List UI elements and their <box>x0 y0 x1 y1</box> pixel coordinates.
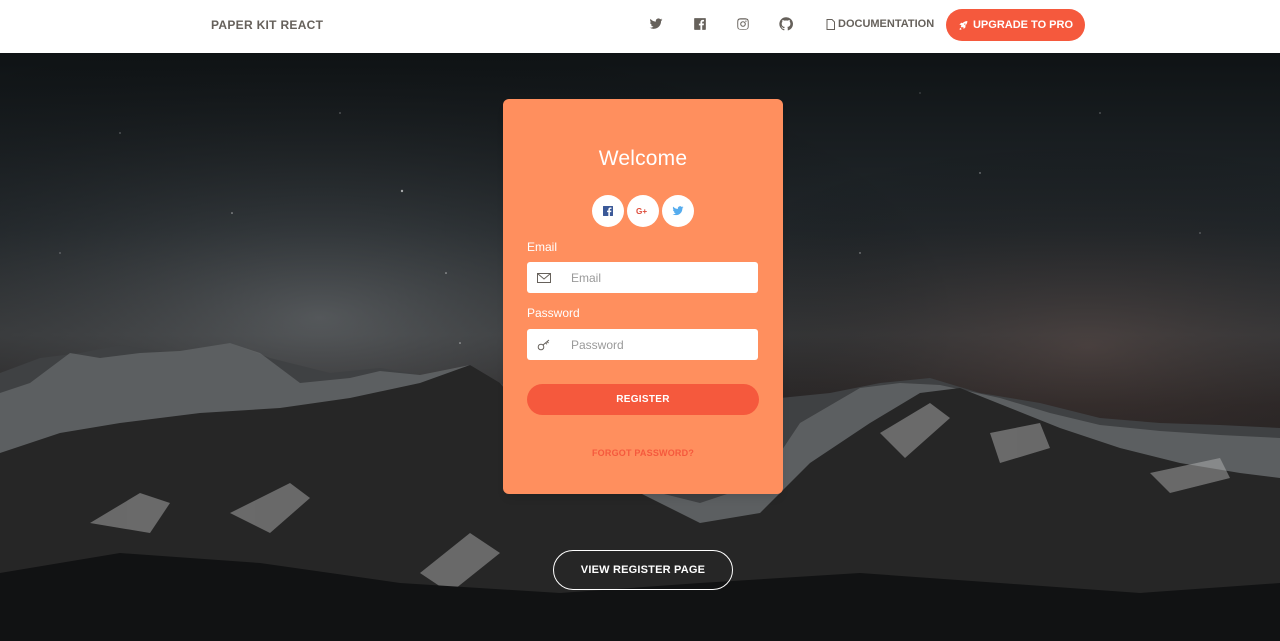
instagram-icon[interactable] <box>735 16 751 32</box>
password-label: Password <box>527 306 580 320</box>
email-input-group <box>527 262 758 293</box>
twitter-icon[interactable] <box>648 16 664 32</box>
documentation-label: DOCUMENTATION <box>838 18 935 30</box>
upgrade-to-pro-button[interactable]: UPGRADE TO PRO <box>946 9 1085 41</box>
view-register-page-button[interactable]: VIEW REGISTER PAGE <box>553 550 733 590</box>
github-icon[interactable] <box>778 16 794 32</box>
documentation-link[interactable]: DOCUMENTATION <box>826 18 934 30</box>
twitter-icon <box>672 206 684 216</box>
twitter-login-button[interactable] <box>662 195 694 227</box>
forgot-password-link[interactable]: FORGOT PASSWORD? <box>503 448 783 458</box>
facebook-icon[interactable] <box>692 16 708 32</box>
card-title: Welcome <box>598 147 688 170</box>
email-input[interactable] <box>561 262 758 293</box>
register-button[interactable]: REGISTER <box>527 384 759 415</box>
facebook-login-button[interactable] <box>592 195 624 227</box>
document-icon <box>826 18 835 30</box>
login-card: Welcome G+ Email Password REGISTER FORGO… <box>503 99 783 494</box>
rocket-icon <box>959 20 968 30</box>
google-plus-icon: G+ <box>636 207 647 216</box>
key-icon <box>527 329 561 360</box>
envelope-icon <box>527 262 561 293</box>
svg-text:G+: G+ <box>636 207 647 216</box>
google-plus-login-button[interactable]: G+ <box>627 195 659 227</box>
email-label: Email <box>527 240 558 254</box>
brand-link[interactable]: PAPER KIT REACT <box>211 18 323 32</box>
password-input[interactable] <box>561 329 758 360</box>
facebook-icon <box>603 206 613 216</box>
navbar: PAPER KIT REACT DOCUMENTATION UPGRADE TO… <box>0 0 1280 53</box>
upgrade-label: UPGRADE TO PRO <box>972 19 1074 31</box>
password-input-group <box>527 329 758 360</box>
